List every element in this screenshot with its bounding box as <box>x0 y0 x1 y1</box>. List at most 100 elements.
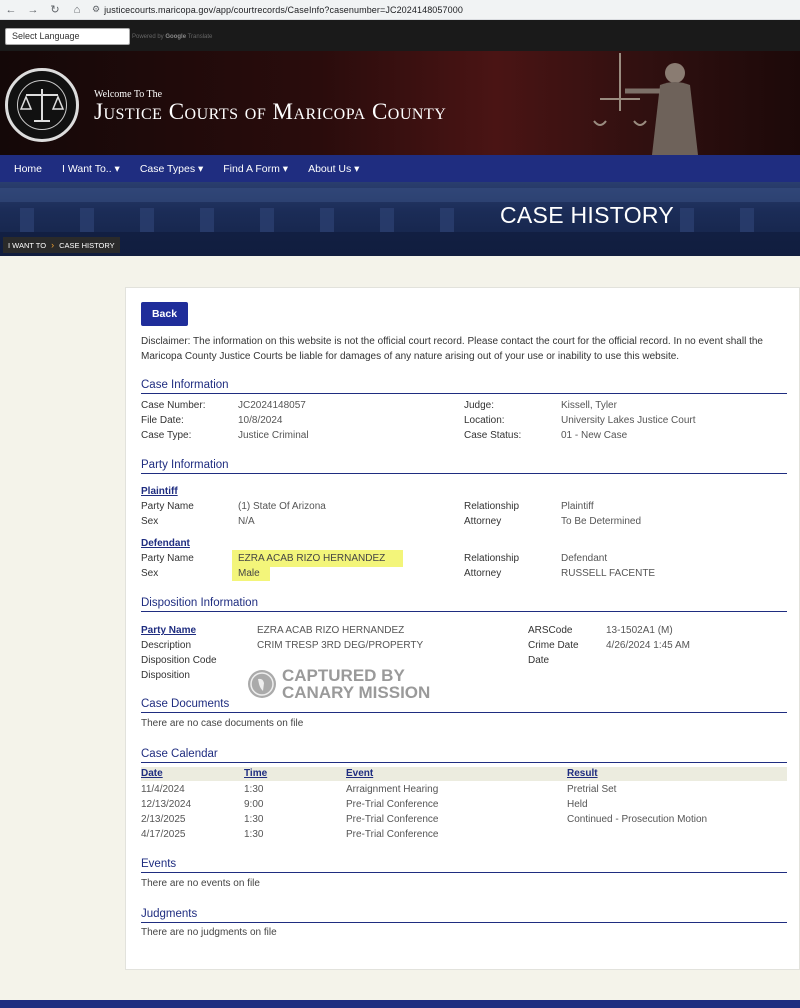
defendant-sex-label: Sex <box>141 568 159 579</box>
plaintiff-party-name: (1) State Of Arizona <box>238 501 326 512</box>
site-info-icon[interactable]: ⚙ <box>92 4 100 15</box>
defendant-sex: Male <box>232 566 270 581</box>
scales-icon <box>19 89 65 122</box>
breadcrumb-case-history: CASE HISTORY <box>59 240 115 250</box>
calendar-date: 12/13/2024 <box>141 799 192 810</box>
powered-by-text: Powered by <box>132 34 164 40</box>
crime-date-value: 4/26/2024 1:45 AM <box>606 640 690 651</box>
translate-link[interactable]: Translate <box>188 34 213 40</box>
defendant-party-name-label: Party Name <box>141 553 194 564</box>
defendant-attorney-label: Attorney <box>464 568 502 579</box>
crime-date-label: Crime Date <box>528 640 579 651</box>
home-icon[interactable]: ⌂ <box>66 4 88 16</box>
footer-bar <box>0 1000 800 1008</box>
back-button[interactable]: Back <box>141 302 188 326</box>
calendar-time: 1:30 <box>244 814 264 825</box>
site-title[interactable]: Justice Courts of Maricopa County <box>94 99 446 125</box>
breadcrumb-i-want-to[interactable]: I WANT TO <box>8 241 46 250</box>
calendar-time: 1:30 <box>244 784 264 795</box>
date-label: Date <box>528 655 550 666</box>
plaintiff-sex-label: Sex <box>141 516 159 527</box>
calendar-header-date[interactable]: Date <box>141 768 163 779</box>
page-title: CASE HISTORY <box>500 202 675 228</box>
nav-home[interactable]: Home <box>14 163 42 175</box>
lady-justice-image <box>593 53 698 155</box>
case-type-value: Justice Criminal <box>238 430 309 441</box>
forward-arrow-icon[interactable]: → <box>22 4 44 16</box>
case-calendar-heading: Case Calendar <box>141 748 218 760</box>
section-divider <box>141 922 787 923</box>
events-empty-text: There are no events on file <box>141 878 260 889</box>
section-divider <box>141 473 787 474</box>
plaintiff-attorney: To Be Determined <box>561 516 642 527</box>
county-seal-logo[interactable] <box>5 68 79 142</box>
plaintiff-heading[interactable]: Plaintiff <box>141 486 178 497</box>
breadcrumb: I WANT TO › CASE HISTORY <box>3 237 120 253</box>
section-divider <box>141 762 787 763</box>
ars-code-label: ARSCode <box>528 625 573 636</box>
address-bar[interactable]: justicecourts.maricopa.gov/app/courtreco… <box>104 5 463 15</box>
page-banner: CASE HISTORY I WANT TO › CASE HISTORY <box>0 182 800 256</box>
plaintiff-party-name-label: Party Name <box>141 501 194 512</box>
calendar-event: Arraignment Hearing <box>346 784 439 795</box>
calendar-header-row <box>141 767 787 781</box>
description-value: CRIM TRESP 3RD DEG/PROPERTY <box>257 640 424 651</box>
events-heading: Events <box>141 858 177 870</box>
nav-case-types[interactable]: Case Types ▾ <box>140 163 203 175</box>
judge-label: Judge: <box>464 400 495 411</box>
defendant-attorney: RUSSELL FACENTE <box>561 568 656 579</box>
reload-icon[interactable]: ↻ <box>44 3 66 16</box>
case-status-label: Case Status: <box>464 430 522 441</box>
ars-code-value: 13-1502A1 (M) <box>606 625 673 636</box>
calendar-result: Held <box>567 799 588 810</box>
calendar-result: Continued - Prosecution Motion <box>567 814 708 825</box>
browser-toolbar: ← → ↻ ⌂ ⚙ justicecourts.maricopa.gov/app… <box>0 0 800 20</box>
nav-about-us[interactable]: About Us ▾ <box>308 163 359 175</box>
description-label: Description <box>141 640 192 651</box>
section-divider <box>141 393 787 394</box>
disposition-information-heading: Disposition Information <box>141 597 258 609</box>
defendant-heading[interactable]: Defendant <box>141 538 190 549</box>
calendar-time: 9:00 <box>244 799 264 810</box>
watermark-text: CAPTURED BY CANARY MISSION <box>282 667 430 701</box>
main-navigation: Home I Want To.. ▾ Case Types ▾ Find A F… <box>0 155 800 182</box>
section-divider <box>141 872 787 873</box>
case-information-heading: Case Information <box>141 379 229 391</box>
disposition-party-name-label[interactable]: Party Name <box>141 625 196 636</box>
case-status-value: 01 - New Case <box>561 430 628 441</box>
nav-find-a-form[interactable]: Find A Form ▾ <box>223 163 288 175</box>
language-select[interactable]: Select Language <box>5 28 130 45</box>
translate-bar: Select Language Powered by Google Transl… <box>0 20 800 51</box>
calendar-date: 2/13/2025 <box>141 814 186 825</box>
location-label: Location: <box>464 415 505 426</box>
chevron-right-icon: › <box>51 240 55 250</box>
calendar-header-result[interactable]: Result <box>567 768 598 779</box>
case-type-label: Case Type: <box>141 430 192 441</box>
calendar-date: 4/17/2025 <box>141 829 186 840</box>
back-arrow-icon[interactable]: ← <box>0 4 22 16</box>
calendar-header-event[interactable]: Event <box>346 768 373 779</box>
defendant-party-name: EZRA ACAB RIZO HERNANDEZ <box>232 550 404 567</box>
calendar-event: Pre-Trial Conference <box>346 799 439 810</box>
judgments-empty-text: There are no judgments on file <box>141 927 277 938</box>
judge-value: Kissell, Tyler <box>561 400 617 411</box>
case-number-value: JC2024148057 <box>238 400 306 411</box>
disposition-label: Disposition <box>141 670 190 681</box>
watermark-line-1: CAPTURED BY <box>282 666 405 685</box>
calendar-event: Pre-Trial Conference <box>346 814 439 825</box>
plaintiff-relationship: Plaintiff <box>561 501 594 512</box>
plaintiff-sex: N/A <box>238 516 255 527</box>
banner-architecture-image <box>0 188 800 256</box>
defendant-relationship: Defendant <box>561 553 608 564</box>
calendar-header-time[interactable]: Time <box>244 768 267 779</box>
party-information-heading: Party Information <box>141 459 229 471</box>
google-logo: Google <box>165 34 187 40</box>
calendar-event: Pre-Trial Conference <box>346 829 439 840</box>
calendar-date: 11/4/2024 <box>141 784 185 795</box>
disposition-party-name: EZRA ACAB RIZO HERNANDEZ <box>257 625 405 636</box>
canary-bird-icon <box>248 670 276 698</box>
canary-mission-watermark: CAPTURED BY CANARY MISSION <box>248 667 430 701</box>
nav-i-want-to[interactable]: I Want To.. ▾ <box>62 163 120 175</box>
documents-empty-text: There are no case documents on file <box>141 718 304 729</box>
location-value: University Lakes Justice Court <box>561 415 696 426</box>
